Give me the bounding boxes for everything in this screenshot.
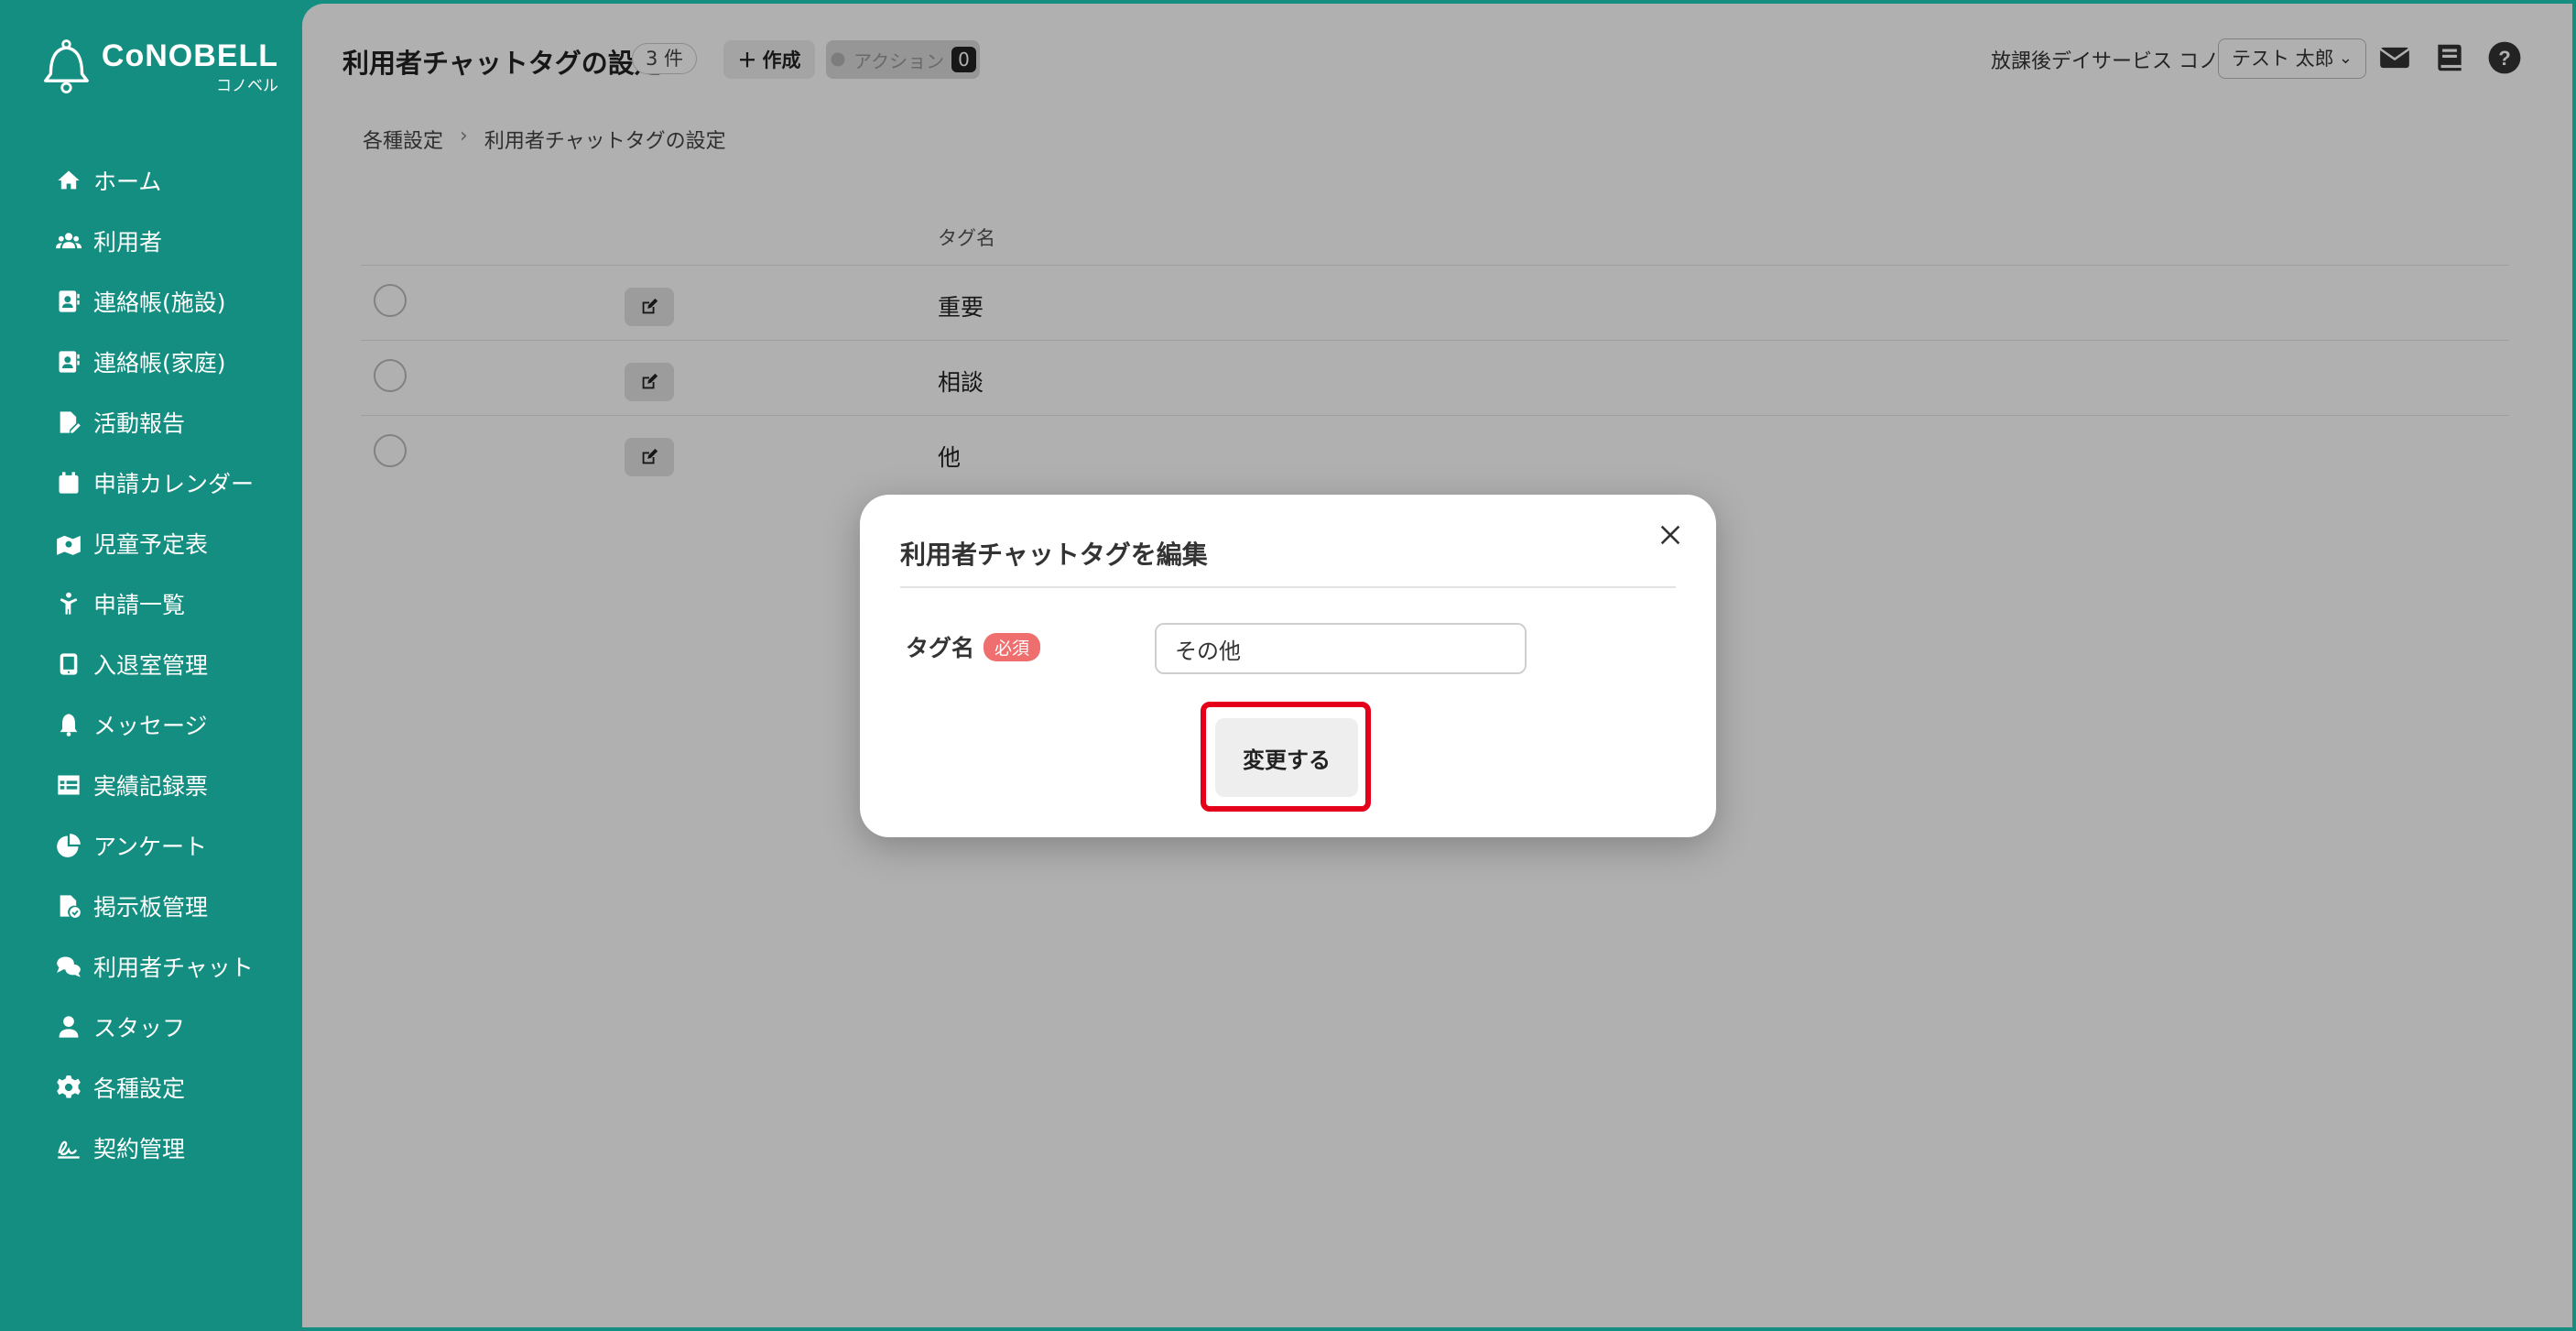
modal-title: 利用者チャットタグを編集 <box>900 540 1208 570</box>
gear-icon <box>55 1074 82 1101</box>
sidebar-item-messages[interactable]: メッセージ <box>4 694 302 755</box>
sidebar-item-label: 掲示板管理 <box>93 894 209 921</box>
sidebar-item-label: 入退室管理 <box>93 652 209 679</box>
sidebar-item-label: 連絡帳(家庭) <box>93 350 226 376</box>
tablet-icon <box>55 650 82 678</box>
file-edit-icon <box>55 409 82 436</box>
submit-button[interactable]: 変更する <box>1215 718 1358 797</box>
contact-book-icon <box>55 288 82 315</box>
sidebar-item-label: 利用者チャット <box>93 955 254 981</box>
sidebar-item-home[interactable]: ホーム <box>4 150 302 211</box>
sidebar-item-activity-report[interactable]: 活動報告 <box>4 392 302 453</box>
sidebar-item-contracts[interactable]: 契約管理 <box>4 1118 302 1178</box>
required-badge: 必須 <box>984 632 1041 661</box>
logo-text: CoNOBELL <box>101 38 278 73</box>
chat-icon <box>55 953 82 980</box>
users-icon <box>55 227 82 255</box>
sidebar-item-label: 申請カレンダー <box>93 471 255 497</box>
sidebar-item-label: メッセージ <box>93 713 208 739</box>
sidebar-item-survey[interactable]: アンケート <box>4 815 302 876</box>
sidebar-item-label: 連絡帳(施設) <box>93 289 226 316</box>
sidebar-item-user-chat[interactable]: 利用者チャット <box>4 936 302 997</box>
edit-tag-modal: 利用者チャットタグを編集 タグ名 必須 変更する <box>860 495 1716 837</box>
contact-book-icon <box>55 348 82 376</box>
sidebar-item-label: スタッフ <box>93 1015 186 1042</box>
sidebar: CoNOBELL コノベル ホーム 利用者 連絡帳(施設) 連絡帳(家庭) 活動… <box>4 4 302 1327</box>
sidebar-item-applications[interactable]: 申請一覧 <box>4 573 302 634</box>
file-check-icon <box>55 892 82 920</box>
field-label-text: タグ名 <box>906 635 975 661</box>
sidebar-item-label: 契約管理 <box>93 1136 186 1162</box>
logo[interactable]: CoNOBELL コノベル <box>40 35 278 99</box>
sidebar-item-label: 申請一覧 <box>93 592 186 618</box>
sidebar-item-records[interactable]: 実績記録票 <box>4 755 302 815</box>
sidebar-nav: ホーム 利用者 連絡帳(施設) 連絡帳(家庭) 活動報告 申請カレンダー 児童予… <box>4 150 302 1178</box>
sidebar-item-label: 活動報告 <box>93 410 186 437</box>
staff-icon <box>55 1013 82 1041</box>
logo-subtext: コノベル <box>216 77 278 95</box>
bell-icon <box>55 711 82 738</box>
sidebar-item-label: 各種設定 <box>93 1075 186 1102</box>
sidebar-item-attendance[interactable]: 入退室管理 <box>4 634 302 694</box>
sidebar-item-label: ホーム <box>93 169 162 195</box>
sidebar-item-label: 利用者 <box>93 229 163 256</box>
tag-name-label: タグ名 必須 <box>906 630 1041 663</box>
sidebar-item-staff[interactable]: スタッフ <box>4 997 302 1057</box>
tag-name-input[interactable] <box>1155 623 1527 674</box>
sidebar-item-bulletin[interactable]: 掲示板管理 <box>4 876 302 936</box>
sidebar-item-users[interactable]: 利用者 <box>4 211 302 271</box>
sidebar-item-label: アンケート <box>93 834 208 860</box>
sidebar-item-settings[interactable]: 各種設定 <box>4 1057 302 1118</box>
signature-icon <box>55 1134 82 1162</box>
modal-divider <box>900 586 1676 588</box>
calendar-icon <box>55 469 82 496</box>
sidebar-item-child-schedule[interactable]: 児童予定表 <box>4 513 302 573</box>
schedule-icon <box>55 529 82 557</box>
sidebar-item-calendar[interactable]: 申請カレンダー <box>4 453 302 513</box>
child-icon <box>55 590 82 617</box>
sidebar-item-label: 実績記録票 <box>93 773 209 800</box>
sidebar-item-contact-home[interactable]: 連絡帳(家庭) <box>4 332 302 392</box>
table-icon <box>55 771 82 799</box>
sidebar-item-label: 児童予定表 <box>93 531 209 558</box>
close-icon[interactable] <box>1658 522 1683 548</box>
pie-chart-icon <box>55 832 82 859</box>
bell-logo-icon <box>44 39 89 93</box>
home-icon <box>55 167 82 194</box>
sidebar-item-contact-facility[interactable]: 連絡帳(施設) <box>4 271 302 332</box>
